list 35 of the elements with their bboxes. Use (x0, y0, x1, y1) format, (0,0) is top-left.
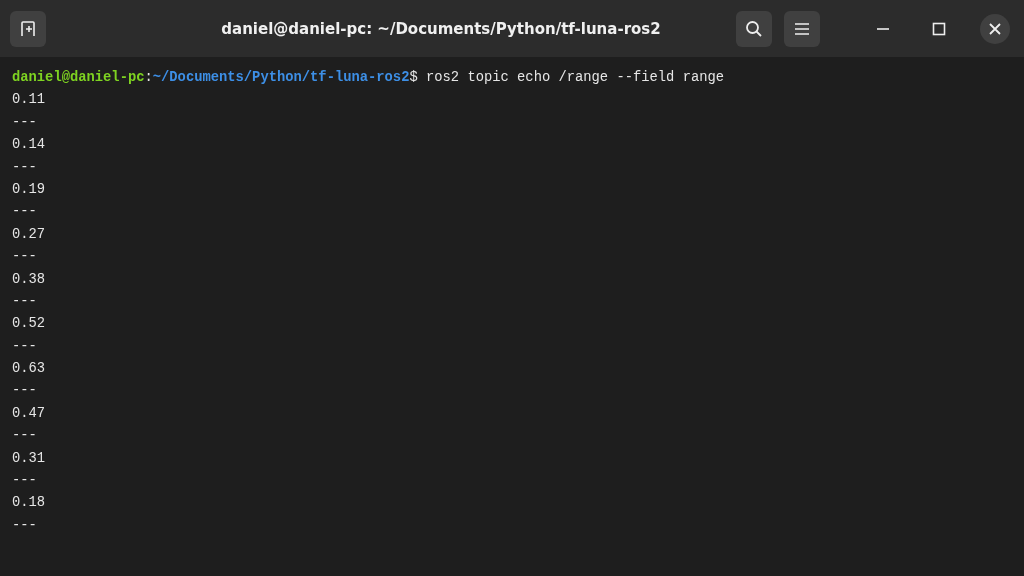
command-text: $ ros2 topic echo /range --field range (409, 70, 725, 85)
prompt-user-host: daniel@daniel-pc (12, 70, 145, 85)
output-line: --- (12, 517, 37, 533)
new-tab-button[interactable] (10, 10, 46, 47)
menu-icon (794, 21, 810, 36)
output-line: --- (12, 473, 37, 489)
output-line: --- (12, 159, 37, 175)
output-line: --- (12, 204, 37, 220)
output-line: 0.14 (12, 137, 46, 153)
output-line: 0.47 (12, 405, 46, 421)
prompt-separator: : (144, 70, 153, 85)
output-line: 0.31 (12, 450, 46, 466)
search-icon (745, 19, 763, 38)
output-line: --- (12, 338, 37, 354)
output-line: --- (12, 383, 37, 399)
search-button[interactable] (736, 10, 772, 47)
window-title: daniel@daniel-pc: ~/Documents/Python/tf-luna-ros2 (220, 19, 662, 38)
maximize-icon (932, 21, 946, 36)
new-tab-icon (19, 19, 37, 38)
close-icon (988, 21, 1002, 36)
prompt-path: ~/Documents/Python/tf-luna-ros2 (152, 70, 410, 85)
output-line: 0.27 (12, 226, 46, 242)
menu-button[interactable] (784, 10, 820, 47)
output-line: --- (12, 293, 37, 309)
minimize-icon (876, 27, 890, 30)
output-line: 0.63 (12, 361, 46, 377)
output-line: --- (12, 428, 37, 444)
output-line: --- (12, 114, 37, 130)
output-line: 0.19 (12, 181, 46, 197)
output-line: 0.38 (12, 271, 46, 287)
output-line: --- (12, 249, 37, 265)
close-button[interactable] (980, 13, 1010, 44)
output-line: 0.52 (12, 316, 46, 332)
output-line: 0.11 (12, 92, 46, 108)
output-line: 0.18 (12, 495, 46, 511)
